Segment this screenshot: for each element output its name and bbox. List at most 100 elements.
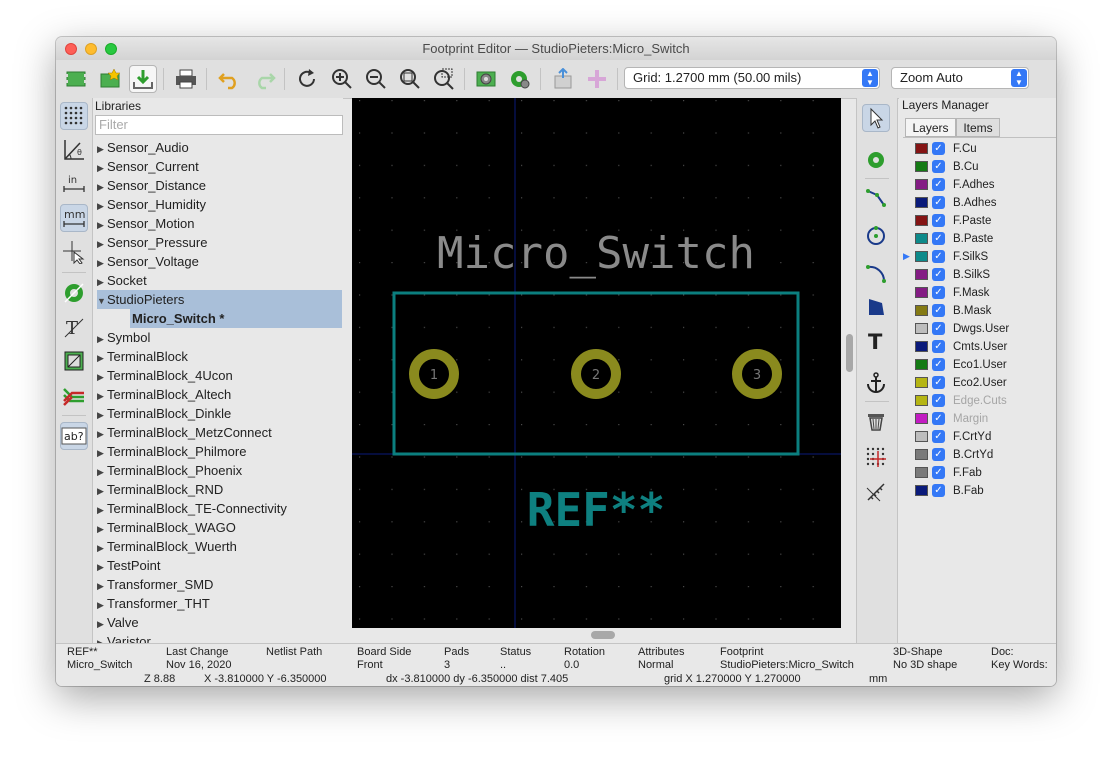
layer-color-swatch[interactable] [915,323,928,334]
layer-color-swatch[interactable] [915,161,928,172]
grid-select[interactable]: Grid: 1.2700 mm (50.00 mils) ▲ ▼ [624,67,880,89]
layer-color-swatch[interactable] [915,269,928,280]
layer-color-swatch[interactable] [915,287,928,298]
layer-color-swatch[interactable] [915,431,928,442]
layer-color-swatch[interactable] [915,305,928,316]
library-item[interactable]: ▶ TerminalBlock_MetzConnect [97,423,342,442]
layer-visibility-checkbox[interactable]: ✓ [932,394,945,407]
show-edges-icon[interactable] [60,347,88,375]
zoom-out-icon[interactable] [362,65,390,93]
show-text-icon[interactable]: T [60,313,88,341]
library-item[interactable]: ▶ TerminalBlock_Philmore [97,442,342,461]
zoom-select[interactable]: Zoom Auto ▲ ▼ [891,67,1029,89]
layer-color-swatch[interactable] [915,467,928,478]
load-from-board-icon[interactable] [583,65,611,93]
library-item[interactable]: ▶ Sensor_Humidity [97,195,342,214]
library-item[interactable]: ▶ Sensor_Distance [97,176,342,195]
add-circle-icon[interactable] [862,222,890,250]
layer-row[interactable]: ✓ F.Mask [903,284,1053,302]
library-item[interactable]: ▶ Sensor_Audio [97,138,342,157]
layer-visibility-checkbox[interactable]: ✓ [932,232,945,245]
undo-icon[interactable] [216,65,244,93]
layer-row[interactable]: ✓ Cmts.User [903,338,1053,356]
library-item[interactable]: ▶ TerminalBlock_TE-Connectivity [97,499,342,518]
library-item[interactable]: ▶ Transformer_SMD [97,575,342,594]
layer-row[interactable]: ✓ Eco2.User [903,374,1053,392]
footprint-wizard-icon[interactable] [96,65,124,93]
layer-row[interactable]: ✓ B.Mask [903,302,1053,320]
add-polygon-icon[interactable] [862,293,890,321]
triangle-down-icon[interactable]: ▼ [97,292,107,311]
library-item[interactable]: ▶ TerminalBlock_Phoenix [97,461,342,480]
layer-visibility-checkbox[interactable]: ✓ [932,268,945,281]
layer-row[interactable]: ✓ F.Paste [903,212,1053,230]
insert-footprint-icon[interactable] [549,65,577,93]
library-item[interactable]: ▶ TerminalBlock_Wuerth [97,537,342,556]
library-item[interactable]: ▶ TerminalBlock_Altech [97,385,342,404]
layer-color-swatch[interactable] [915,179,928,190]
tab-layers[interactable]: Layers [905,118,956,137]
print-icon[interactable] [172,65,200,93]
library-item[interactable]: ▶ TerminalBlock [97,347,342,366]
high-contrast-icon[interactable] [60,381,88,409]
canvas-vertical-scrollbar[interactable] [846,334,853,372]
layer-visibility-checkbox[interactable]: ✓ [932,196,945,209]
layer-visibility-checkbox[interactable]: ✓ [932,376,945,389]
library-item[interactable]: ▶ Sensor_Current [97,157,342,176]
canvas-horizontal-scrollbar[interactable] [591,631,615,639]
layer-row[interactable]: ✓ F.Cu [903,140,1053,158]
layer-visibility-checkbox[interactable]: ✓ [932,430,945,443]
layer-row[interactable]: ✓ Dwgs.User [903,320,1053,338]
layer-row[interactable]: ✓ Margin [903,410,1053,428]
pad-3[interactable]: 3 [732,349,782,399]
layer-row[interactable]: ✓ Edge.Cuts [903,392,1053,410]
library-item[interactable]: ▶ TerminalBlock_4Ucon [97,366,342,385]
library-item[interactable]: ▶ Valve [97,613,342,632]
layer-visibility-checkbox[interactable]: ✓ [932,448,945,461]
mm-units-icon[interactable]: mm [60,204,88,232]
ab-text-icon[interactable]: ab? [60,422,88,450]
layer-row[interactable]: ✓ F.CrtYd [903,428,1053,446]
layer-color-swatch[interactable] [915,485,928,496]
grid-origin-icon[interactable] [862,443,890,471]
pad-settings-icon[interactable] [506,65,534,93]
layer-visibility-checkbox[interactable]: ✓ [932,304,945,317]
library-item[interactable]: ▼StudioPieters [97,290,342,309]
layer-row[interactable]: ✓ Eco1.User [903,356,1053,374]
anchor-icon[interactable] [862,368,890,396]
value-text[interactable]: Micro_Switch [437,228,755,279]
layer-visibility-checkbox[interactable]: ✓ [932,322,945,335]
add-text-icon[interactable]: T [862,326,890,354]
add-line-icon[interactable] [862,184,890,212]
new-footprint-icon[interactable] [62,65,90,93]
layer-color-swatch[interactable] [915,449,928,460]
layer-color-swatch[interactable] [915,215,928,226]
layer-row[interactable]: ✓ F.Fab [903,464,1053,482]
library-item[interactable]: ▶ TerminalBlock_Dinkle [97,404,342,423]
library-item[interactable]: ▶ Symbol [97,328,342,347]
grid-dots-icon[interactable] [60,102,88,130]
layer-row[interactable]: ✓ B.SilkS [903,266,1053,284]
layer-visibility-checkbox[interactable]: ✓ [932,484,945,497]
layer-row[interactable]: ✓ B.CrtYd [903,446,1053,464]
layer-visibility-checkbox[interactable]: ✓ [932,340,945,353]
delete-icon[interactable] [862,407,890,435]
zoom-in-icon[interactable] [328,65,356,93]
library-item[interactable]: ▶ Sensor_Pressure [97,233,342,252]
layer-color-swatch[interactable] [915,413,928,424]
layer-row[interactable]: ✓ B.Adhes [903,194,1053,212]
inch-units-icon[interactable]: in [60,170,88,198]
footprint-properties-icon[interactable] [472,65,500,93]
library-item[interactable]: ▶ Sensor_Voltage [97,252,342,271]
cursor-shape-icon[interactable] [60,238,88,266]
library-item[interactable]: ▶ Socket [97,271,342,290]
layer-visibility-checkbox[interactable]: ✓ [932,358,945,371]
library-item[interactable]: ▶ TerminalBlock_WAGO [97,518,342,537]
add-arc-icon[interactable] [862,259,890,287]
library-filter-input[interactable]: Filter [95,115,343,135]
layer-color-swatch[interactable] [915,359,928,370]
redo-icon[interactable] [250,65,278,93]
library-item[interactable]: ▶ Sensor_Motion [97,214,342,233]
layer-color-swatch[interactable] [915,197,928,208]
layer-visibility-checkbox[interactable]: ✓ [932,160,945,173]
